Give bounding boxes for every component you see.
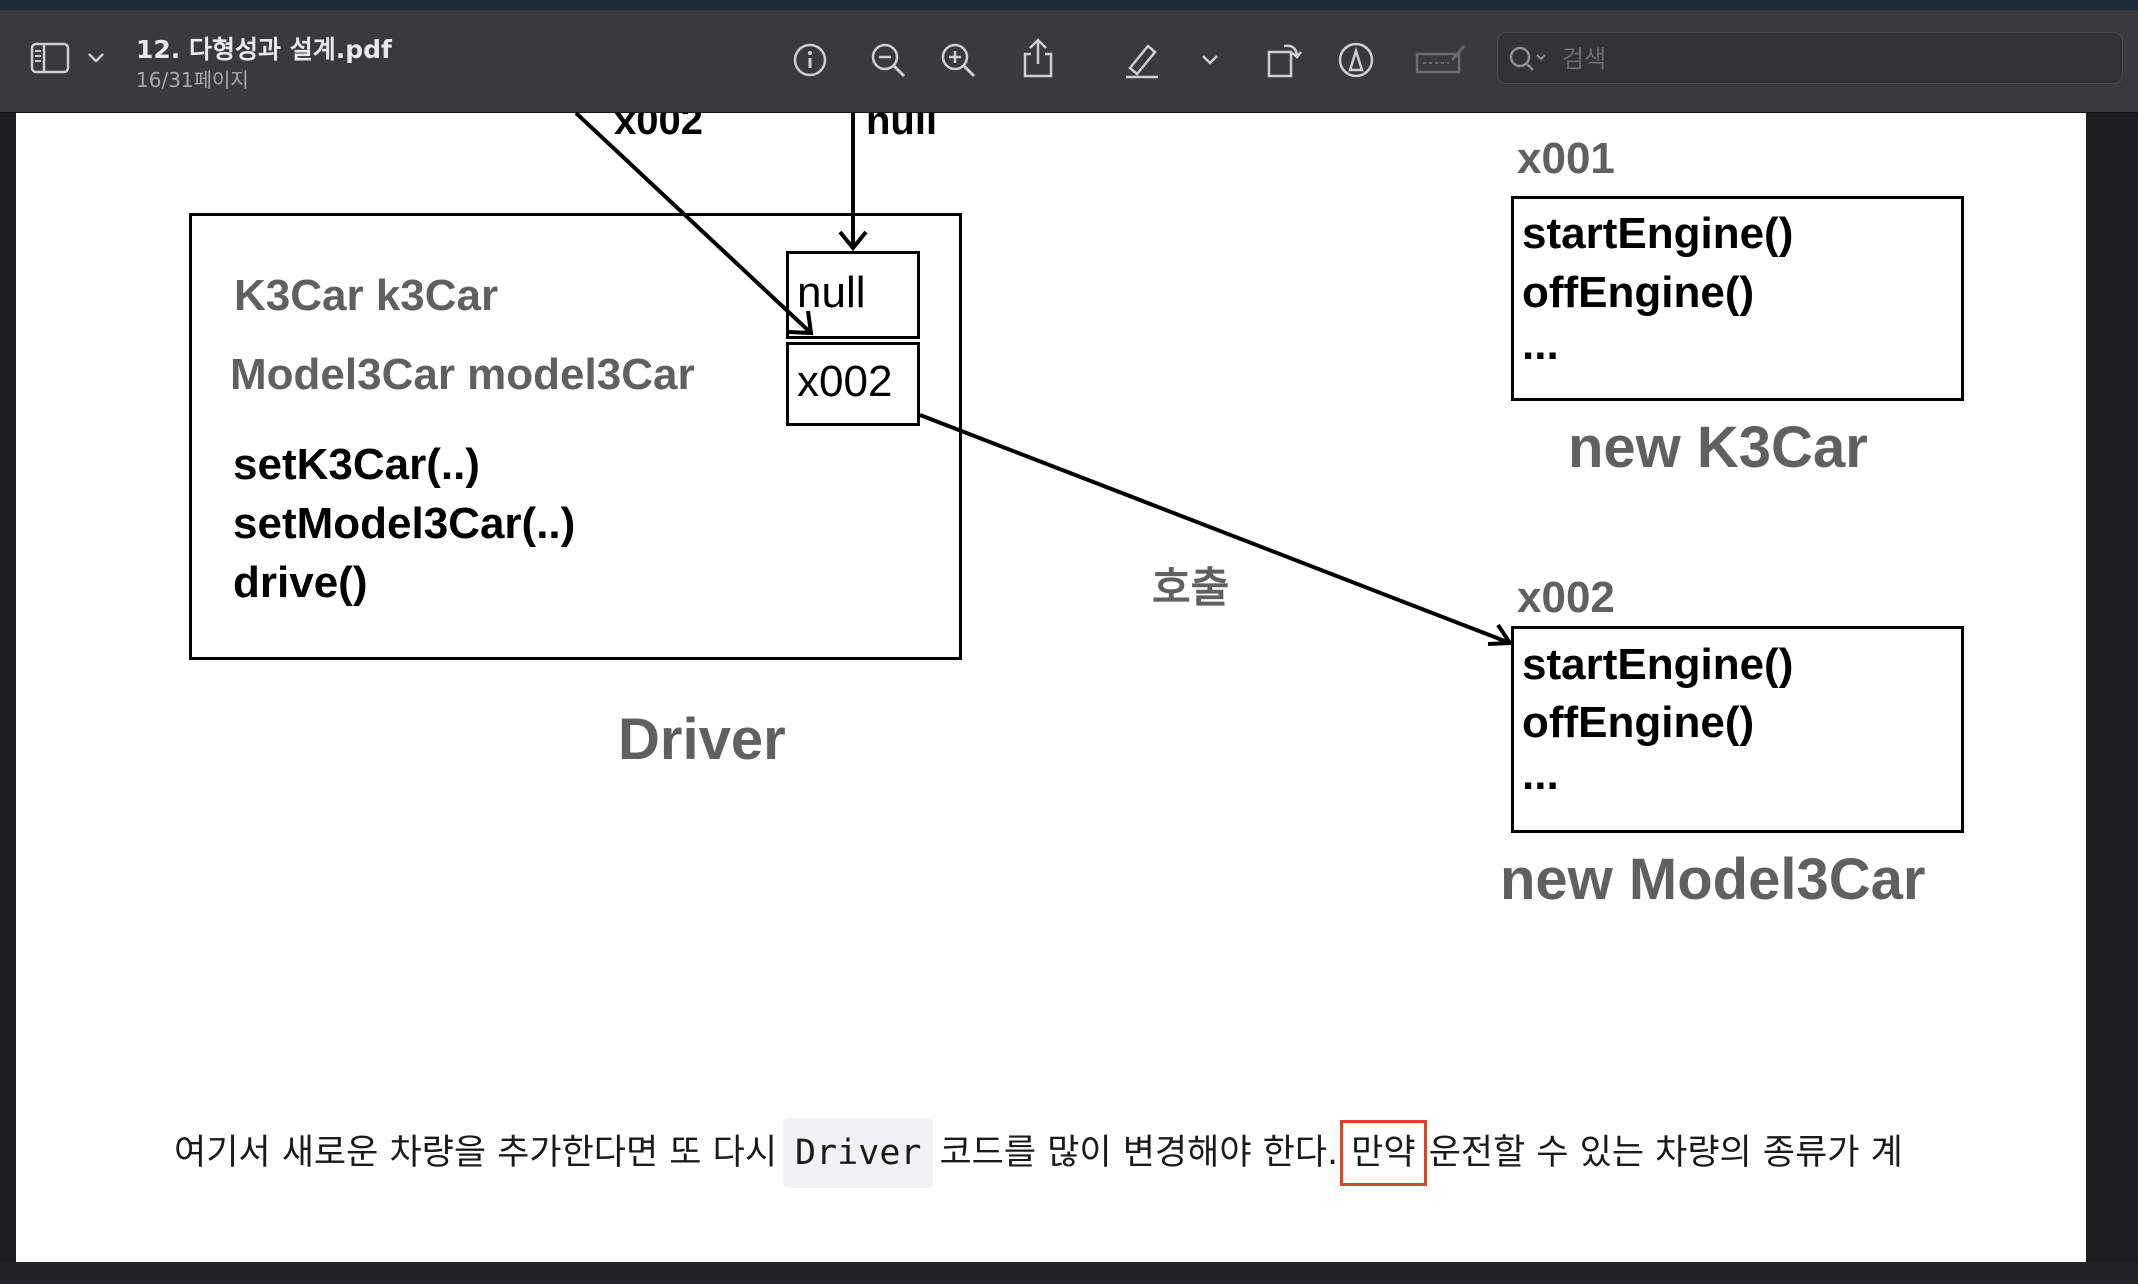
sidebar-icon[interactable] bbox=[28, 38, 72, 78]
driver-method-setmodel3car: setModel3Car(..) bbox=[233, 499, 576, 548]
toolbar: 12. 다형성과 설계.pdf 16/31페이지 bbox=[0, 10, 2138, 113]
document-title: 12. 다형성과 설계.pdf bbox=[136, 35, 392, 64]
inline-code-driver: Driver bbox=[783, 1118, 934, 1188]
zoom-out-icon[interactable] bbox=[866, 38, 910, 82]
call-label: 호출 bbox=[1152, 563, 1230, 612]
k3car-ellipsis: ... bbox=[1522, 320, 1559, 369]
model3car-caption: new Model3Car bbox=[1500, 847, 1926, 912]
window-top-edge bbox=[0, 0, 2138, 10]
page-counter: 16/31페이지 bbox=[136, 68, 249, 92]
chevron-down-icon[interactable] bbox=[84, 46, 108, 70]
k3car-address: x001 bbox=[1517, 134, 1615, 183]
window-bottom-edge bbox=[0, 1262, 2138, 1284]
search-input[interactable] bbox=[1560, 41, 2104, 77]
highlighter-icon[interactable] bbox=[1120, 38, 1164, 82]
paragraph-text-1: 여기서 새로운 차량을 추가한다면 또 다시 bbox=[174, 1133, 778, 1173]
driver-method-setk3car: setK3Car(..) bbox=[233, 440, 480, 489]
driver-field-model3car: Model3Car model3Car bbox=[230, 350, 695, 399]
signature-icon[interactable] bbox=[1412, 40, 1470, 80]
driver-value-x002: x002 bbox=[797, 357, 893, 406]
driver-field-k3car: K3Car k3Car bbox=[234, 271, 499, 320]
model3car-ellipsis: ... bbox=[1522, 750, 1559, 799]
search-field[interactable] bbox=[1497, 32, 2123, 84]
driver-caption: Driver bbox=[618, 707, 786, 772]
markup-icon[interactable] bbox=[1334, 38, 1378, 82]
driver-value-null: null bbox=[797, 268, 866, 317]
info-icon[interactable] bbox=[788, 38, 832, 82]
model3car-method-startengine: startEngine() bbox=[1522, 640, 1794, 689]
paragraph-text-3: 운전할 수 있는 차량의 종류가 계 bbox=[1428, 1133, 1903, 1173]
rotate-icon[interactable] bbox=[1262, 36, 1306, 82]
k3car-method-offengine: offEngine() bbox=[1522, 268, 1755, 317]
search-icon bbox=[1506, 43, 1550, 80]
highlighted-word: 만약 bbox=[1340, 1120, 1427, 1186]
share-icon[interactable] bbox=[1016, 34, 1060, 82]
top-label-x002: x002 bbox=[614, 113, 703, 143]
paragraph-text-2: 코드를 많이 변경해야 한다. bbox=[939, 1133, 1339, 1173]
driver-method-drive: drive() bbox=[233, 558, 368, 607]
top-label-null: null bbox=[866, 113, 938, 143]
zoom-in-icon[interactable] bbox=[936, 38, 980, 82]
body-paragraph: 여기서 새로운 차량을 추가한다면 또 다시 Driver 코드를 많이 변경해야 … bbox=[174, 1118, 2074, 1188]
model3car-address: x002 bbox=[1517, 573, 1615, 622]
chevron-down-icon[interactable] bbox=[1198, 48, 1222, 72]
k3car-caption: new K3Car bbox=[1568, 415, 1868, 480]
model3car-method-offengine: offEngine() bbox=[1522, 698, 1755, 747]
k3car-method-startengine: startEngine() bbox=[1522, 209, 1794, 258]
pdf-page[interactable]: x002 null K3Car k3Car Model3Car model3Ca… bbox=[16, 113, 2086, 1262]
